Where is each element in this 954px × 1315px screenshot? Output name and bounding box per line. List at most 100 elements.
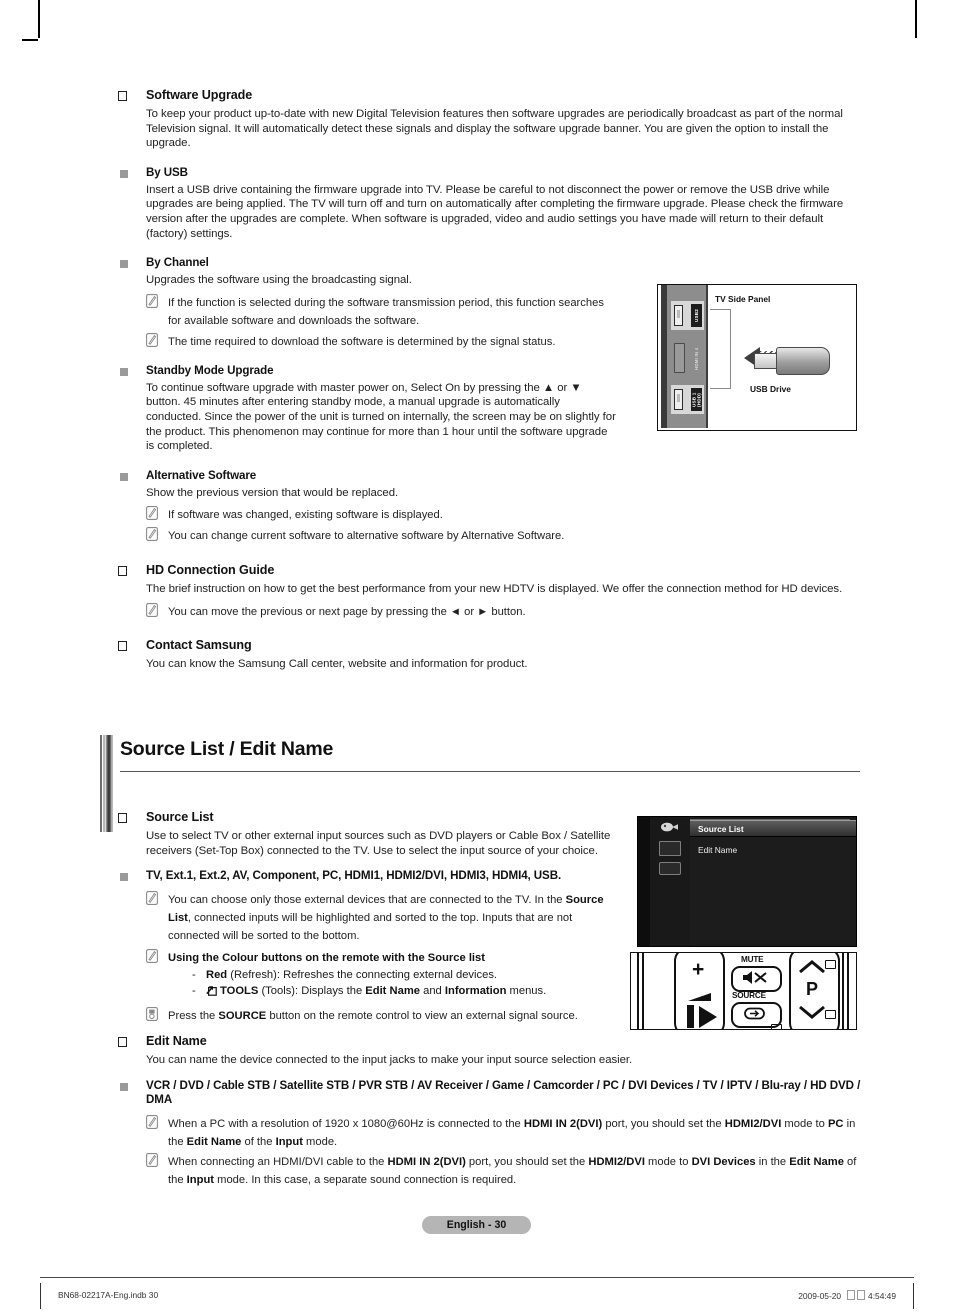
osd-left-rail: Input bbox=[638, 817, 650, 946]
port-usb1-hdd: USB 1 (HDD) bbox=[671, 385, 704, 414]
footer-divider bbox=[40, 1277, 914, 1278]
channel-down-icon bbox=[798, 1004, 826, 1025]
note-text: Using the Colour buttons on the remote w… bbox=[168, 951, 485, 964]
figure-label-usb-drive: USB Drive bbox=[750, 384, 791, 394]
volume-plus-label: + bbox=[692, 958, 705, 981]
heading-by-channel: By Channel bbox=[146, 256, 209, 270]
channel-up-icon bbox=[798, 959, 826, 980]
note-pencil-icon bbox=[146, 602, 158, 617]
figure-remote-control: + MUTE SOURCE P bbox=[630, 952, 857, 1030]
software-upgrade-intro: To keep your product up-to-date with new… bbox=[146, 108, 843, 150]
by-channel-body: Upgrades the software using the broadcas… bbox=[146, 274, 412, 287]
remote-left-edge-2 bbox=[642, 953, 644, 1029]
edit-name-block: Edit Name You can name the device connec… bbox=[118, 1034, 860, 1188]
osd-item-label: Source List bbox=[698, 823, 744, 834]
source-list-body: Use to select TV or other external input… bbox=[146, 830, 611, 857]
outline-square-bullet-icon bbox=[118, 1037, 127, 1047]
filled-square-bullet-icon bbox=[120, 472, 128, 481]
figure-tv-side-panel-usb: USB2 HDMI IN 4 USB 1 (HDD) TV Side Panel… bbox=[657, 284, 857, 431]
note-pencil-icon bbox=[146, 1153, 158, 1168]
alternative-software-body: Show the previous version that would be … bbox=[146, 486, 399, 499]
standby-mode-body: To continue software upgrade with master… bbox=[146, 381, 616, 453]
button-press-icon bbox=[146, 1006, 158, 1021]
note-text: You can choose only those external devic… bbox=[168, 893, 604, 942]
usb-body bbox=[776, 347, 830, 375]
note-item: If the function is selected during the s… bbox=[146, 293, 616, 329]
manual-page: Software Upgrade To keep your product up… bbox=[0, 0, 954, 1315]
heading-alternative-software: Alternative Software bbox=[146, 468, 257, 482]
figure-osd-input-menu: Input Source List Edit Name bbox=[637, 816, 857, 947]
tv-side-panel-strip: USB2 HDMI IN 4 USB 1 (HDD) bbox=[661, 285, 708, 428]
red-button-desc: (Refresh): Refreshes the connecting exte… bbox=[227, 968, 498, 981]
dash-marker: - bbox=[192, 985, 196, 998]
heading-available-inputs: TV, Ext.1, Ext.2, AV, Component, PC, HDM… bbox=[146, 869, 562, 883]
port-usb2: USB2 bbox=[671, 301, 704, 330]
remote-right-edge bbox=[842, 953, 844, 1029]
section-contact-samsung: Contact Samsung You can know the Samsung… bbox=[118, 638, 858, 672]
section-accent-bars bbox=[100, 735, 113, 832]
note-pencil-icon bbox=[146, 890, 158, 905]
usb-port-slot-icon bbox=[674, 305, 683, 326]
subsection-source-list: Source List Use to select TV or other ex… bbox=[118, 810, 623, 858]
note-text: If software was changed, existing softwa… bbox=[168, 509, 443, 522]
missing-glyph-box bbox=[846, 1290, 855, 1300]
filled-square-bullet-icon bbox=[120, 1082, 128, 1091]
colour-button-tools: - TOOLS (Tools): Displays the Edit Name … bbox=[192, 984, 624, 1000]
usb-drive-illustration bbox=[744, 347, 830, 375]
hdmi-port-slot-icon bbox=[674, 343, 685, 373]
port-label: HDMI IN 4 bbox=[694, 347, 699, 371]
filled-square-bullet-icon bbox=[120, 169, 128, 178]
heading-edit-name: Edit Name bbox=[146, 1034, 207, 1048]
footer-tick-left bbox=[40, 1283, 41, 1309]
osd-menu-item-edit-name[interactable]: Edit Name bbox=[690, 841, 856, 858]
connection-bracket bbox=[710, 309, 731, 389]
third-menu-icon bbox=[659, 862, 681, 875]
note-item: When a PC with a resolution of 1920 x 10… bbox=[146, 1114, 862, 1150]
outline-square-bullet-icon bbox=[118, 640, 127, 651]
heading-hd-connection-guide: HD Connection Guide bbox=[146, 563, 275, 578]
remote-left-edge bbox=[637, 953, 639, 1029]
note-text: You can move the previous or next page b… bbox=[168, 605, 526, 618]
osd-item-label: Edit Name bbox=[698, 844, 738, 855]
outline-square-bullet-icon bbox=[118, 91, 127, 101]
subsection-edit-name: Edit Name You can name the device connec… bbox=[118, 1034, 858, 1068]
note-pencil-icon bbox=[146, 332, 158, 347]
usb-port-slot-icon bbox=[674, 389, 683, 410]
subsection-alternative-software: Alternative Software Show the previous v… bbox=[118, 469, 858, 545]
note-text: When a PC with a resolution of 1920 x 10… bbox=[168, 1118, 856, 1149]
footer-tick-right bbox=[913, 1283, 914, 1309]
section-divider bbox=[120, 771, 860, 773]
channel-label: P bbox=[806, 979, 818, 999]
crop-mark-top-right bbox=[915, 0, 917, 38]
osd-menu-item-source-list[interactable]: Source List bbox=[690, 820, 856, 837]
hd-connection-guide-body: The brief instruction on how to get the … bbox=[146, 583, 843, 596]
edit-name-device-list-row: VCR / DVD / Cable STB / Satellite STB / … bbox=[118, 1079, 860, 1109]
footer-timestamp: 2009-05-20 4:54:49 bbox=[798, 1290, 896, 1301]
note-text: The time required to download the softwa… bbox=[168, 335, 556, 348]
heading-by-usb: By USB bbox=[146, 165, 188, 179]
heading-source-list: Source List bbox=[146, 810, 214, 824]
edit-name-menu-icon bbox=[659, 841, 681, 856]
source-list-block: Source List Use to select TV or other ex… bbox=[118, 810, 623, 1024]
crop-mark-left-top bbox=[22, 39, 38, 41]
note-item: You can change current software to alter… bbox=[146, 526, 786, 544]
footer-file-name: BN68-02217A-Eng.indb 30 bbox=[58, 1290, 159, 1300]
contact-samsung-body: You can know the Samsung Call center, we… bbox=[146, 657, 528, 670]
note-pencil-icon bbox=[146, 506, 158, 521]
remote-right-edge-2 bbox=[847, 953, 849, 1029]
icon-box bbox=[659, 862, 681, 875]
note-pencil-icon bbox=[146, 948, 158, 963]
crop-mark-top-left bbox=[38, 0, 40, 38]
mute-label: MUTE bbox=[741, 955, 764, 964]
note-item: When connecting an HDMI/DVI cable to the… bbox=[146, 1152, 862, 1188]
source-label: SOURCE bbox=[732, 991, 766, 1000]
note-text: When connecting an HDMI/DVI cable to the… bbox=[168, 1156, 857, 1187]
page-number-badge: English - 30 bbox=[422, 1216, 531, 1234]
note-item-source-button: Press the SOURCE button on the remote co… bbox=[146, 1006, 624, 1024]
source-list-menu-icon bbox=[659, 820, 681, 835]
dash-marker: - bbox=[192, 968, 196, 981]
tools-label: TOOLS bbox=[220, 985, 259, 998]
source-icon bbox=[744, 1007, 766, 1025]
osd-menu-body: Source List Edit Name bbox=[690, 817, 856, 946]
by-usb-body: Insert a USB drive containing the firmwa… bbox=[146, 183, 844, 240]
